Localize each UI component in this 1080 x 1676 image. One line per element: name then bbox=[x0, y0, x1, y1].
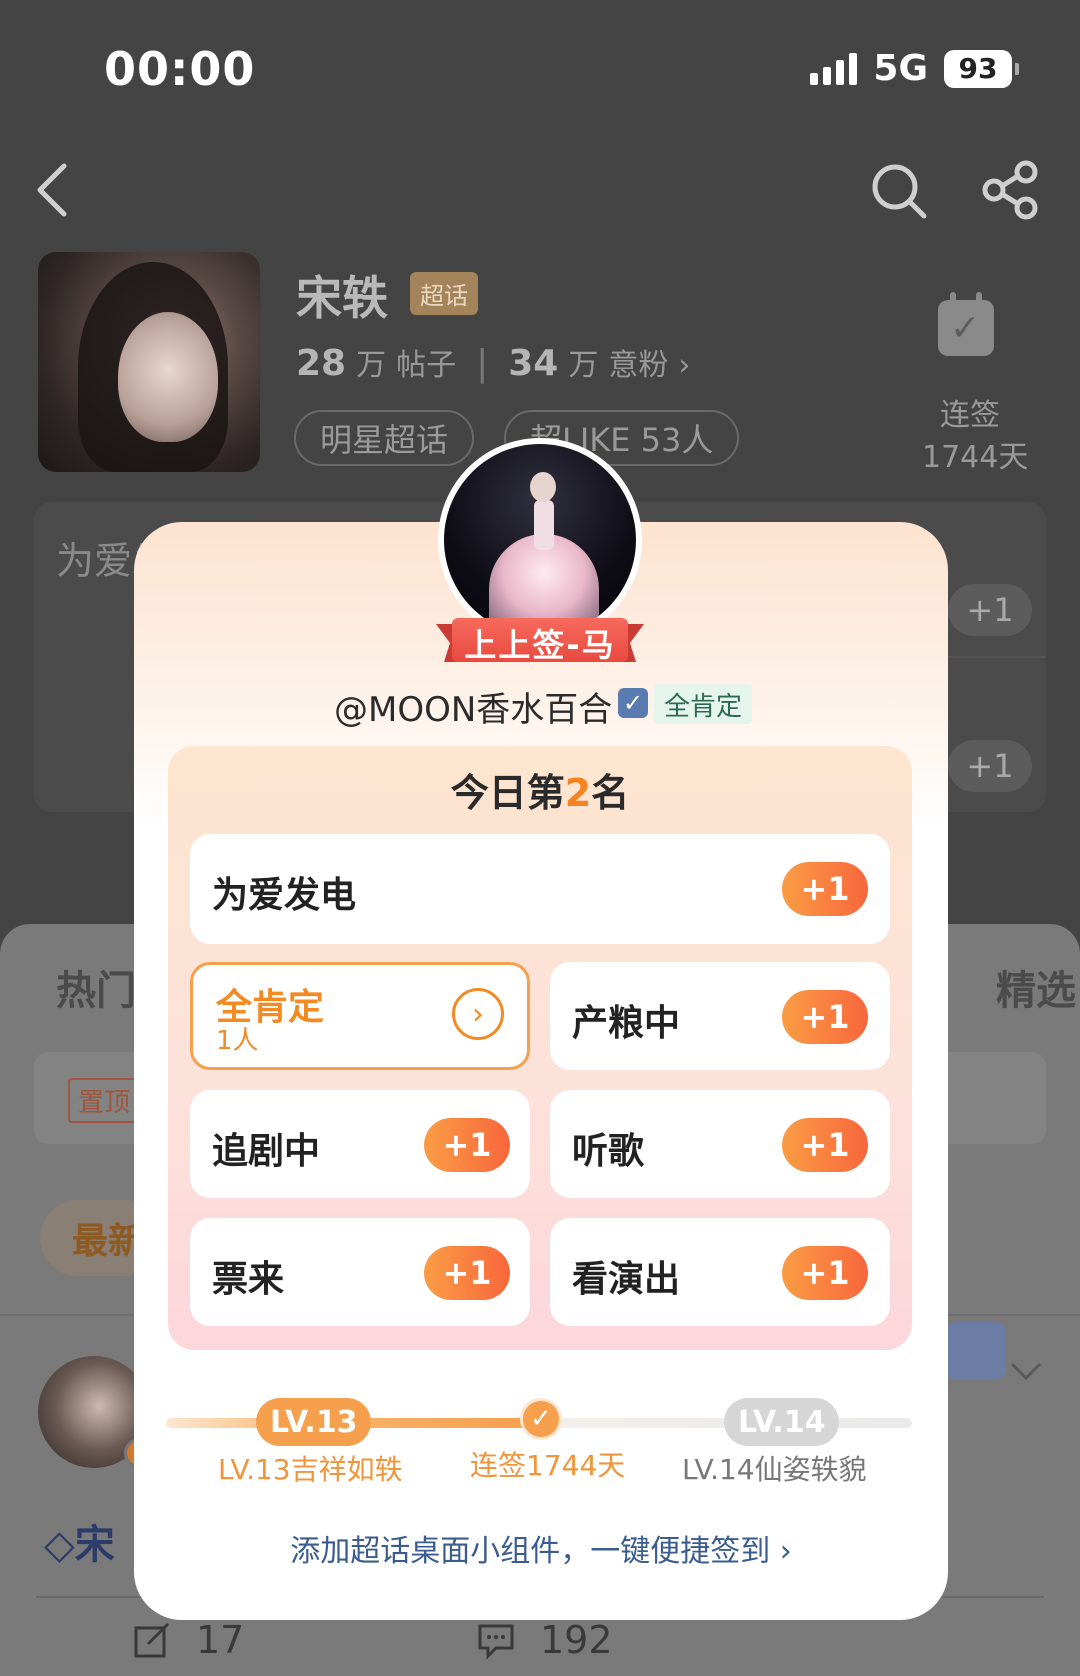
topic-cover-image bbox=[38, 252, 260, 472]
network-type: 5G bbox=[873, 48, 928, 89]
plus-one-button[interactable]: +1 bbox=[782, 1118, 868, 1172]
next-level-badge: LV.14 bbox=[724, 1398, 840, 1446]
comment-icon bbox=[478, 1624, 514, 1660]
topic-name: 宋轶 bbox=[296, 271, 388, 325]
rank-number: 2 bbox=[564, 771, 592, 815]
tab-hot[interactable]: 热门 bbox=[56, 958, 136, 1016]
status-time: 00:00 bbox=[104, 42, 256, 96]
next-level-caption: LV.14仙姿轶貌 bbox=[682, 1453, 867, 1486]
fans-unit: 万 bbox=[568, 348, 599, 383]
repost-count: 17 bbox=[196, 1618, 245, 1662]
plus-one-button[interactable]: +1 bbox=[424, 1246, 510, 1300]
chevron-down-icon[interactable] bbox=[1008, 1360, 1044, 1384]
plus-one-button[interactable]: +1 bbox=[424, 1118, 510, 1172]
share-icon[interactable] bbox=[980, 160, 1040, 220]
fans-label[interactable]: 意粉 bbox=[608, 340, 668, 384]
sticker-icon bbox=[944, 1322, 1006, 1380]
fans-count: 34 bbox=[508, 343, 559, 384]
background-plus-button: +1 bbox=[948, 584, 1032, 636]
checkmark-icon: ✓ bbox=[520, 1398, 562, 1440]
search-icon[interactable] bbox=[870, 162, 928, 220]
comment-button[interactable]: 192 bbox=[476, 1618, 613, 1662]
back-icon[interactable] bbox=[30, 160, 74, 220]
option-music-label: 听歌 bbox=[572, 1131, 645, 1172]
stats-divider: | bbox=[476, 343, 489, 384]
verify-icon bbox=[618, 688, 648, 718]
current-level-badge: LV.13 bbox=[256, 1398, 372, 1446]
rank-title: 今日第2名 bbox=[168, 762, 912, 817]
topic-stats: 28 万 帖子 | 34 万 意粉 › bbox=[296, 340, 690, 384]
plus-one-button[interactable]: +1 bbox=[782, 862, 868, 916]
option-affirm-count: 1人 bbox=[216, 1026, 259, 1056]
checkin-days: 1744天 bbox=[922, 440, 1029, 475]
chevron-right-circle-icon[interactable]: › bbox=[452, 988, 504, 1040]
fortune-label: 上上签-马 bbox=[464, 626, 616, 664]
edit-icon bbox=[134, 1622, 170, 1658]
posts-unit: 万 bbox=[356, 348, 387, 383]
option-concert-label: 看演出 bbox=[572, 1259, 681, 1300]
username[interactable]: @MOON香水百合 bbox=[334, 682, 612, 731]
add-widget-link[interactable]: 添加超话桌面小组件，一键便捷签到 › bbox=[134, 1526, 948, 1570]
option-produce-label: 产粮中 bbox=[572, 1003, 681, 1044]
option-ticket-label: 票来 bbox=[212, 1259, 285, 1300]
post-author-name[interactable]: ◇宋 bbox=[44, 1512, 115, 1570]
plus-one-button[interactable]: +1 bbox=[782, 1246, 868, 1300]
pinned-badge: 置顶 bbox=[68, 1078, 141, 1123]
signal-icon bbox=[810, 52, 858, 85]
plus-one-button[interactable]: +1 bbox=[782, 990, 868, 1044]
verify-tag: 全肯定 bbox=[654, 684, 753, 724]
streak-caption: 连签1744天 bbox=[470, 1449, 626, 1482]
background-plus-button: +1 bbox=[948, 740, 1032, 792]
comment-count: 192 bbox=[540, 1618, 613, 1662]
battery-icon: 93 bbox=[944, 49, 1019, 88]
repost-button[interactable]: 17 bbox=[132, 1618, 244, 1662]
battery-level: 93 bbox=[958, 52, 998, 85]
option-love-label: 为爱发电 bbox=[212, 875, 357, 916]
status-indicators: 5G 93 bbox=[810, 48, 1019, 89]
star-topic-tag[interactable]: 明星超话 bbox=[294, 410, 475, 466]
option-drama-label: 追剧中 bbox=[212, 1131, 321, 1172]
post-author-name-text: 宋 bbox=[74, 1522, 115, 1568]
calendar-check-icon[interactable] bbox=[938, 292, 994, 356]
chevron-right-icon: › bbox=[678, 348, 691, 383]
current-level-caption: LV.13吉祥如轶 bbox=[218, 1453, 403, 1486]
avatar-photo bbox=[444, 444, 636, 636]
posts-label: 帖子 bbox=[396, 348, 457, 383]
diamond-icon: ◇ bbox=[44, 1522, 75, 1568]
user-avatar[interactable] bbox=[438, 438, 642, 642]
checkin-label: 连签 bbox=[940, 398, 1000, 433]
tab-featured[interactable]: 精选 bbox=[996, 958, 1076, 1016]
super-topic-badge: 超话 bbox=[410, 272, 478, 315]
rank-suffix: 名 bbox=[591, 771, 630, 815]
posts-count: 28 bbox=[296, 343, 347, 384]
rank-prefix: 今日第 bbox=[450, 771, 565, 815]
